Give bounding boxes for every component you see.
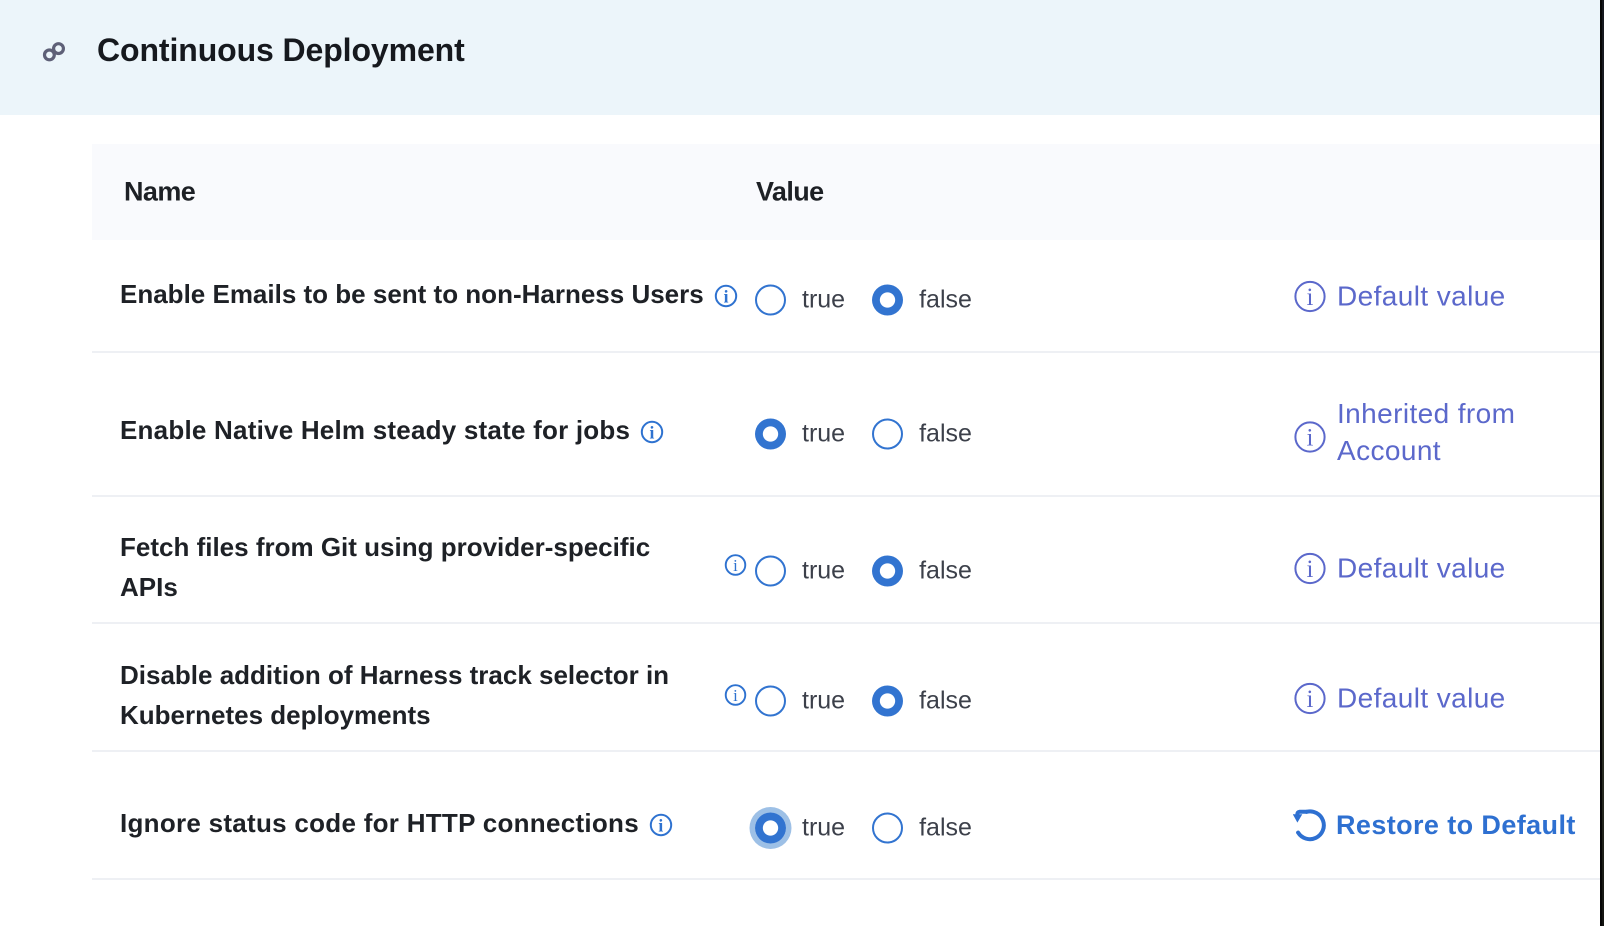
svg-text:i: i	[1307, 556, 1314, 583]
svg-text:i: i	[1307, 425, 1314, 452]
svg-text:i: i	[733, 556, 738, 575]
svg-text:i: i	[1307, 686, 1314, 713]
svg-text:i: i	[733, 686, 738, 705]
svg-text:i: i	[723, 286, 728, 306]
svg-text:i: i	[658, 815, 663, 835]
svg-text:i: i	[650, 422, 655, 442]
svg-text:i: i	[1307, 284, 1314, 311]
